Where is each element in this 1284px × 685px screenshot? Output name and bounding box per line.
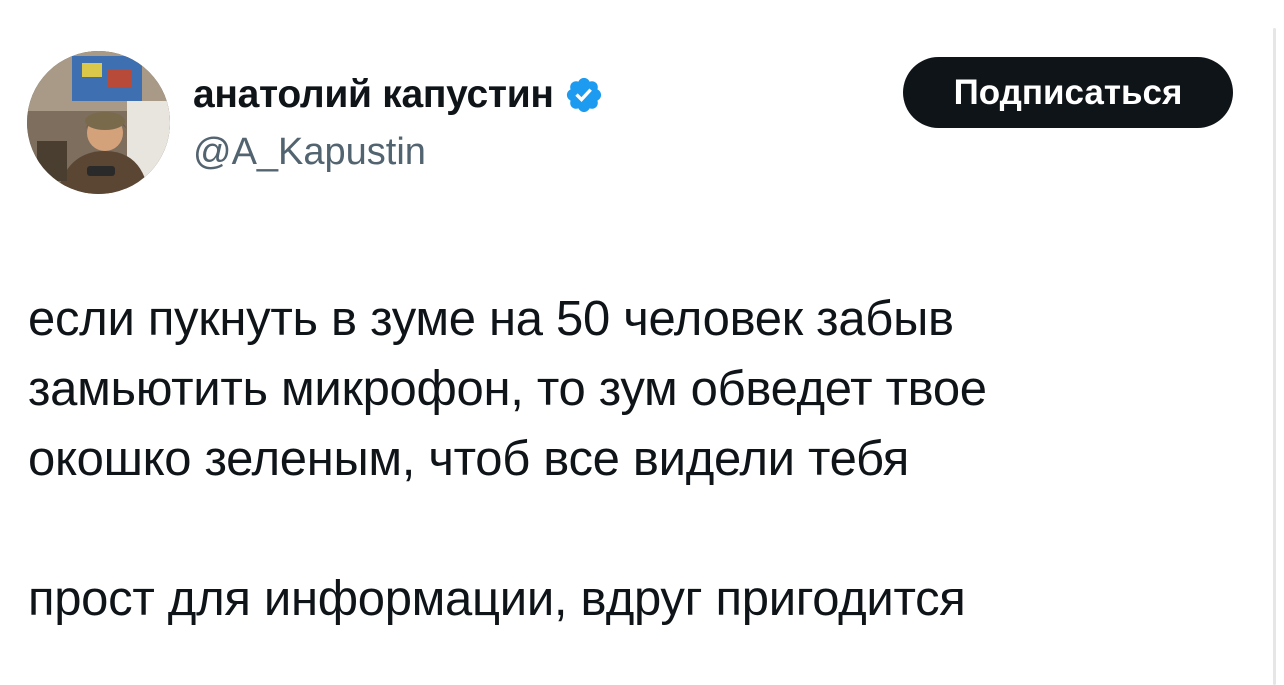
tweet-paragraph-2: прост для информации, вдруг пригодится — [28, 572, 966, 626]
display-name[interactable]: анатолий капустин — [193, 70, 554, 120]
verified-badge-icon[interactable] — [564, 75, 604, 115]
tweet-line: если пукнуть в зуме на 50 человек забыв — [28, 292, 954, 346]
follow-button[interactable]: Подписаться — [903, 57, 1233, 128]
author-block: анатолий капустин @A_Kapustin — [193, 70, 604, 175]
avatar-photo — [27, 51, 170, 194]
tweet-card: анатолий капустин @A_Kapustin Подписатьс… — [0, 0, 1284, 685]
scrollbar[interactable] — [1273, 28, 1276, 685]
name-row: анатолий капустин — [193, 70, 604, 120]
tweet-line: окошко зеленым, чтоб все видели тебя — [28, 432, 909, 486]
handle[interactable]: @A_Kapustin — [193, 129, 604, 175]
avatar[interactable] — [27, 51, 170, 194]
tweet-line: замьютить микрофон, то зум обведет твое — [28, 362, 987, 416]
tweet-text: если пукнуть в зуме на 50 человек забыв … — [28, 284, 1208, 634]
